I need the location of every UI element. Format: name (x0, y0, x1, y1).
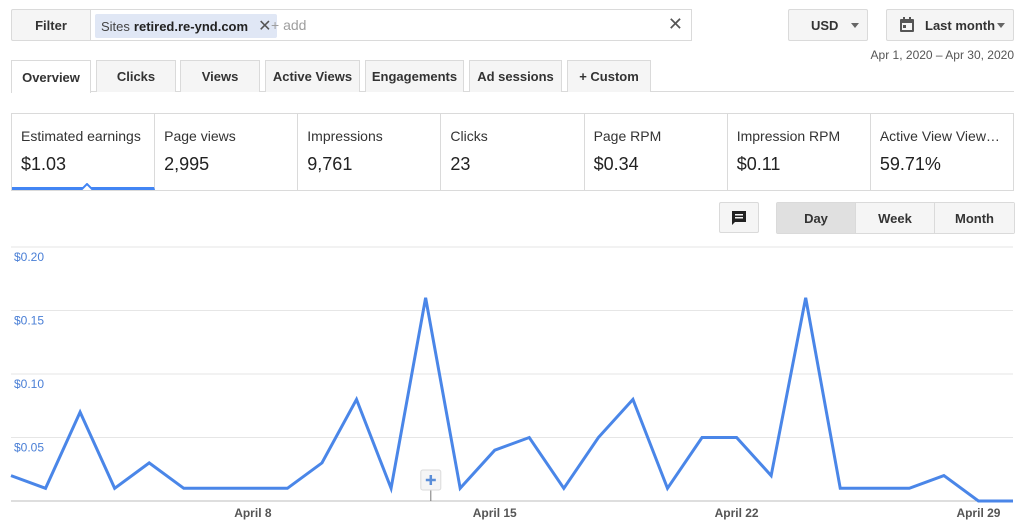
filter-label: Filter (35, 17, 67, 33)
metric-label: Page RPM (593, 128, 662, 144)
date-range-dropdown[interactable]: Last month (886, 9, 1014, 41)
tab-engagements[interactable]: Engagements (365, 60, 464, 92)
granularity-day-button[interactable]: Day (777, 203, 856, 233)
tab-overview[interactable]: Overview (11, 60, 91, 93)
granularity-label: Day (804, 210, 828, 226)
metric-page-rpm[interactable]: Page RPM $0.34 (585, 114, 728, 190)
tab-views[interactable]: Views (180, 60, 260, 92)
metric-label: Active View View… (879, 128, 1000, 144)
chip-value: retired.re-ynd.com (133, 18, 249, 34)
metric-label: Clicks (450, 128, 488, 144)
x-tick-label: April 15 (473, 506, 517, 520)
tab-ad-sessions[interactable]: Ad sessions (469, 60, 562, 92)
currency-dropdown[interactable]: USD (788, 9, 868, 41)
earnings-line-chart: $0.20 $0.15 $0.10 $0.05 April 8 April 15 April… (10, 246, 1013, 520)
tab-label: Engagements (371, 69, 458, 84)
tab-label: + Custom (579, 69, 639, 84)
remove-chip-icon[interactable]: ✕ (258, 16, 271, 36)
granularity-label: Week (878, 210, 912, 226)
filter-chip-sites[interactable]: Sites retired.re-ynd.com ✕ (95, 14, 278, 38)
metric-value: 23 (450, 154, 471, 174)
metric-label: Impressions (307, 128, 383, 144)
metric-label: Estimated earnings (21, 128, 141, 144)
granularity-label: Month (955, 210, 994, 226)
x-tick-label: April 8 (234, 506, 272, 520)
metric-value: $0.34 (593, 154, 639, 174)
date-range-text: Apr 1, 2020 – Apr 30, 2020 (870, 48, 1014, 62)
metric-page-views[interactable]: Page views 2,995 (155, 114, 299, 190)
tab-label: Ad sessions (477, 69, 554, 84)
date-range-label: Last month (925, 17, 996, 33)
filter-button[interactable]: Filter (11, 9, 91, 41)
tab-active-views[interactable]: Active Views (265, 60, 360, 92)
tab-label: Active Views (272, 69, 353, 84)
metric-value: $0.11 (736, 154, 781, 174)
selected-indicator-icon (81, 183, 93, 190)
x-tick-label: April 29 (956, 506, 1000, 520)
tab-clicks[interactable]: Clicks (96, 60, 176, 92)
tab-custom[interactable]: + Custom (567, 60, 651, 92)
metric-value: 59.71% (879, 154, 941, 174)
metric-impression-rpm[interactable]: Impression RPM $0.11 (728, 114, 871, 190)
comment-icon (732, 210, 746, 225)
currency-label: USD (811, 17, 839, 33)
y-tick-label: $0.10 (14, 377, 44, 391)
metric-active-view-viewable[interactable]: Active View View… 59.71% (871, 114, 1013, 190)
calendar-icon (900, 17, 914, 32)
chip-key: Sites (101, 18, 130, 34)
clear-filters-icon[interactable]: ✕ (668, 14, 683, 35)
series-line (10, 297, 1013, 503)
chevron-down-icon (851, 23, 859, 28)
y-tick-label: $0.05 (14, 441, 44, 455)
tab-label: Views (201, 69, 239, 84)
metric-value: 9,761 (307, 154, 353, 174)
metric-impressions[interactable]: Impressions 9,761 (298, 114, 442, 190)
y-tick-label: $0.20 (14, 250, 44, 264)
granularity-month-button[interactable]: Month (935, 203, 1014, 233)
x-tick-label: April 22 (715, 506, 759, 520)
metric-value: $1.03 (21, 154, 67, 174)
tab-label: Overview (22, 69, 80, 85)
granularity-week-button[interactable]: Week (856, 203, 935, 233)
add-filter-input[interactable]: + add (271, 17, 306, 33)
granularity-toggle: Day Week Month (776, 202, 1015, 234)
annotations-button[interactable] (719, 202, 759, 233)
metric-label: Impression RPM (736, 128, 841, 144)
metric-estimated-earnings[interactable]: Estimated earnings $1.03 (12, 114, 156, 190)
metric-label: Page views (164, 128, 236, 144)
metric-value: 2,995 (164, 154, 210, 174)
metric-clicks[interactable]: Clicks 23 (441, 114, 585, 190)
y-tick-label: $0.15 (14, 314, 44, 328)
chevron-down-icon (997, 23, 1005, 28)
metric-cards: Estimated earnings $1.03 Page views 2,99… (11, 113, 1014, 191)
filter-input-box[interactable]: Sites retired.re-ynd.com ✕ + add ✕ (90, 9, 692, 41)
tab-label: Clicks (116, 69, 156, 84)
